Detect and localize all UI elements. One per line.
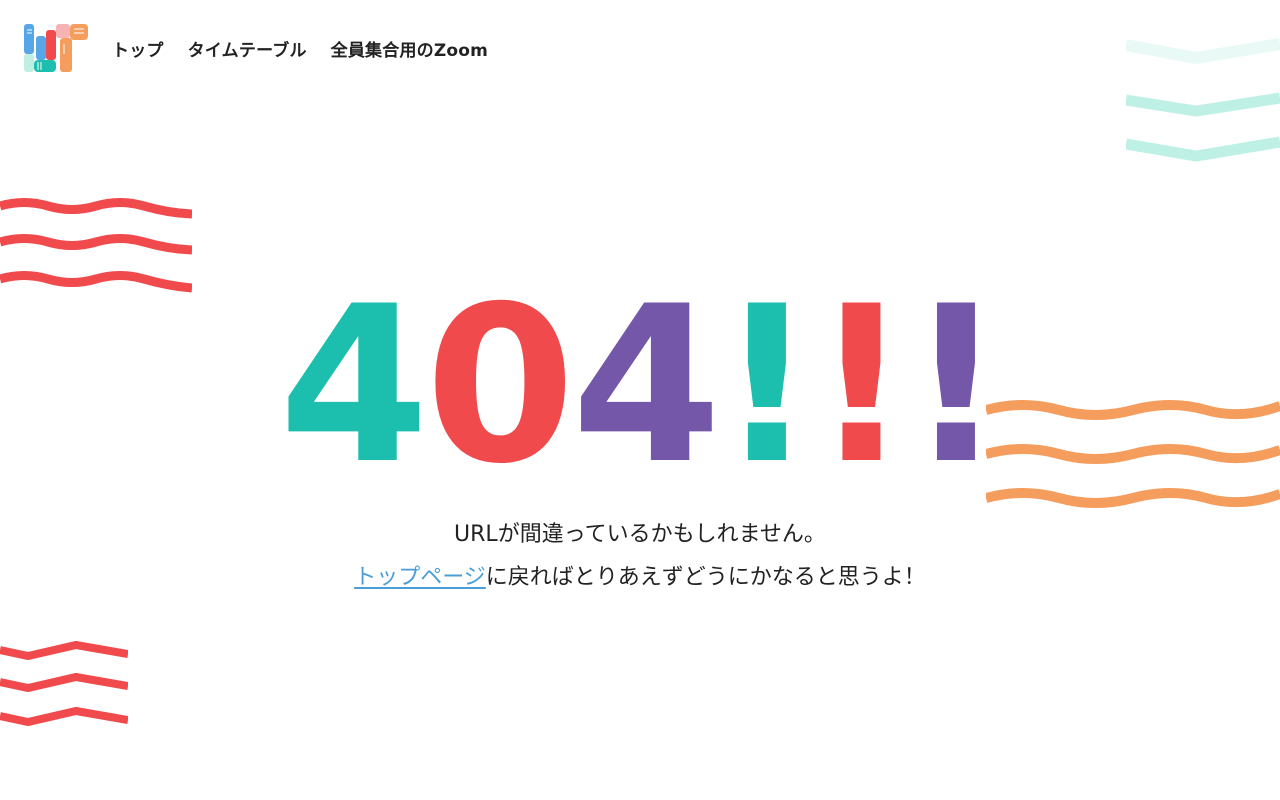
decor-mint-zigzag: [1126, 38, 1280, 162]
top-page-link[interactable]: トップページ: [354, 565, 486, 590]
error-char-exclaim-2: !: [812, 260, 910, 511]
error-message: URLが間違っているかもしれません。: [454, 522, 826, 547]
nav-item-zoom[interactable]: 全員集合用のZoom: [331, 36, 488, 61]
error-help-rest: に戻ればとりあえずどうにかなると思うよ！: [485, 565, 926, 590]
error-char-exclaim-1: !: [717, 260, 816, 511]
decor-red-waves: [0, 198, 192, 293]
error-char-4a: 4: [278, 260, 429, 511]
error-char-exclaim-3: !: [906, 260, 1005, 511]
nav-item-timetable[interactable]: タイムテーブル: [188, 36, 307, 61]
error-help-text: トップページに戻ればとりあえずどうにかなると思うよ！: [0, 559, 1280, 591]
site-logo-icon[interactable]: [24, 24, 88, 72]
nav-item-top[interactable]: トップ: [112, 36, 164, 61]
error-char-0: 0: [425, 260, 575, 511]
site-header: トップ タイムテーブル 全員集合用のZoom: [24, 24, 512, 72]
error-page: トップ タイムテーブル 全員集合用のZoom 404!!! URLが間違っている…: [0, 0, 1280, 800]
error-code-heading: 404!!!: [0, 260, 1280, 511]
error-char-4b: 4: [571, 260, 721, 511]
decor-red-zigzag: [0, 640, 128, 727]
main-nav: トップ タイムテーブル 全員集合用のZoom: [112, 36, 512, 61]
